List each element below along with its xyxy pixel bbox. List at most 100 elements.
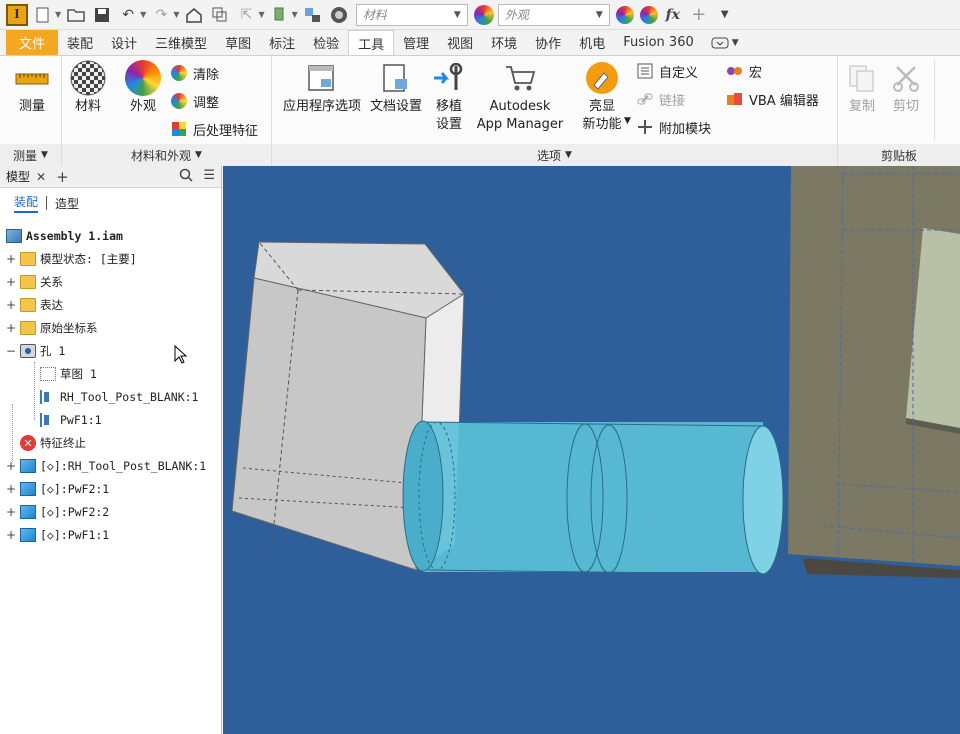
clear-appearance-icon[interactable]: [639, 5, 658, 24]
material-button[interactable]: 材料: [66, 60, 110, 116]
tree-item-pwf2-2[interactable]: + [◇]:PwF2:2: [6, 501, 109, 523]
copy-window-icon[interactable]: [209, 4, 231, 26]
tab-annotate[interactable]: 标注: [260, 30, 304, 55]
new-file-icon[interactable]: [32, 4, 54, 26]
tab-sketch[interactable]: 草图: [216, 30, 260, 55]
highlight-new-features-button[interactable]: 亮显 新功能: [576, 60, 628, 134]
tree-root[interactable]: Assembly 1.iam: [6, 225, 123, 247]
graphics-viewport[interactable]: [223, 166, 960, 734]
tab-environments[interactable]: 环境: [482, 30, 526, 55]
checker-ball-icon: [70, 60, 106, 96]
application-options-button[interactable]: 应用程序选项: [276, 60, 368, 116]
customize-qat-icon[interactable]: ▼: [714, 4, 736, 26]
search-icon[interactable]: [179, 168, 193, 186]
app-manager-button[interactable]: Autodesk App Manager: [472, 60, 568, 134]
pwf-block-right[interactable]: [788, 166, 960, 578]
macro-button[interactable]: 宏: [726, 60, 762, 82]
postprocess-features-button[interactable]: 后处理特征: [170, 118, 258, 140]
expand-icon[interactable]: +: [6, 252, 16, 266]
appearance-button[interactable]: 外观: [120, 60, 166, 116]
expand-icon[interactable]: +: [6, 275, 16, 289]
options-panel-footer[interactable]: 选项 ▼: [272, 144, 837, 166]
tree-item-representations[interactable]: + 表达: [6, 294, 63, 316]
new-dropdown-caret[interactable]: ▼: [55, 10, 61, 19]
adjust-appearance-icon[interactable]: [615, 5, 634, 24]
redo-dropdown-caret[interactable]: ▼: [173, 10, 179, 19]
save-icon[interactable]: [91, 4, 113, 26]
tree-item-sketch[interactable]: 草图 1: [40, 363, 97, 385]
adjust-appearance-button[interactable]: 调整: [170, 90, 219, 112]
open-folder-icon[interactable]: [65, 4, 87, 26]
mode-modeling[interactable]: 造型: [55, 195, 79, 212]
tab-3d-model[interactable]: 三维模型: [146, 30, 216, 55]
tree-item-pwf1-1[interactable]: + [◇]:PwF1:1: [6, 524, 109, 546]
tree-item-relationships[interactable]: + 关系: [6, 271, 63, 293]
tree-item-tool-post-ref[interactable]: RH_Tool_Post_BLANK:1: [40, 386, 198, 408]
chevron-down-icon: ▼: [453, 9, 461, 20]
expand-icon[interactable]: +: [6, 505, 16, 519]
migrate-settings-button[interactable]: 移植 设置: [428, 60, 470, 134]
customize-button[interactable]: 自定义: [636, 60, 698, 82]
tree-item-origin[interactable]: + 原始坐标系: [6, 317, 98, 339]
tree-item-label: 孔 1: [40, 344, 66, 358]
expand-icon[interactable]: +: [6, 321, 16, 335]
tab-inspect[interactable]: 检验: [304, 30, 348, 55]
addins-button[interactable]: 附加模块: [636, 116, 711, 138]
fx-parameters-icon[interactable]: fx: [662, 4, 684, 26]
undo-dropdown-caret[interactable]: ▼: [140, 10, 146, 19]
plus-icon[interactable]: +: [688, 4, 710, 26]
update-dropdown-caret[interactable]: ▼: [292, 10, 298, 19]
expand-icon[interactable]: +: [6, 298, 16, 312]
tab-collaborate[interactable]: 协作: [526, 30, 570, 55]
materials-panel-footer[interactable]: 材料和外观 ▼: [62, 144, 271, 166]
folder-icon: [20, 321, 36, 335]
measure-panel-footer[interactable]: 测量 ▼: [0, 144, 61, 166]
app-logo[interactable]: I: [6, 3, 28, 26]
document-settings-button[interactable]: 文档设置: [366, 60, 426, 116]
add-browser-tab-icon[interactable]: +: [56, 168, 69, 186]
tab-view[interactable]: 视图: [438, 30, 482, 55]
expand-icon[interactable]: +: [6, 482, 16, 496]
ribbon-display-toggle[interactable]: ▼: [711, 30, 739, 55]
material-ball-icon[interactable]: [328, 4, 350, 26]
highlight-dropdown-caret[interactable]: ▼: [624, 116, 631, 126]
copy-button[interactable]: 复制: [842, 60, 882, 116]
appearance-ball-icon[interactable]: [473, 4, 494, 25]
appearance-select[interactable]: 外观 ▼: [497, 3, 610, 26]
cylinder-part[interactable]: [402, 420, 784, 575]
tab-tools[interactable]: 工具: [348, 30, 395, 55]
tab-fusion-360[interactable]: Fusion 360: [614, 30, 703, 55]
undo-icon[interactable]: ↶: [117, 4, 139, 26]
tree-item-model-state[interactable]: + 模型状态: [主要]: [6, 248, 137, 270]
close-icon[interactable]: ✕: [36, 170, 46, 184]
clear-appearance-button[interactable]: 清除: [170, 62, 219, 84]
tree-item-hole[interactable]: − 孔 1: [6, 340, 65, 362]
mode-assembly[interactable]: 装配: [14, 193, 39, 213]
select-arrow-icon[interactable]: ⇱: [235, 4, 257, 26]
tab-design[interactable]: 设计: [102, 30, 146, 55]
tree-item-end-of-features[interactable]: ✕ 特征终止: [20, 432, 86, 454]
tab-electromechanical[interactable]: 机电: [570, 30, 614, 55]
update-icon[interactable]: [269, 4, 291, 26]
tree-item-pwf1-ref[interactable]: PwF1:1: [40, 409, 102, 431]
link-button[interactable]: 链接: [636, 88, 685, 110]
material-select[interactable]: 材料 ▼: [355, 3, 468, 26]
clipboard-panel-footer[interactable]: 剪贴板: [838, 144, 960, 166]
tab-manage[interactable]: 管理: [394, 30, 438, 55]
tab-assembly[interactable]: 装配: [58, 30, 102, 55]
tab-file[interactable]: 文件: [6, 30, 59, 55]
home-icon[interactable]: [183, 4, 205, 26]
expand-icon[interactable]: +: [6, 459, 16, 473]
ipro-icon[interactable]: [302, 4, 324, 26]
cut-button[interactable]: 剪切: [886, 60, 926, 116]
expand-icon[interactable]: +: [6, 528, 16, 542]
tree-item-pwf2-1[interactable]: + [◇]:PwF2:1: [6, 478, 109, 500]
measure-button[interactable]: 测量: [10, 60, 54, 116]
vba-editor-button[interactable]: VBA 编辑器: [726, 88, 819, 110]
tree-item-tool-post[interactable]: + [◇]:RH_Tool_Post_BLANK:1: [6, 455, 206, 477]
collapse-icon[interactable]: −: [6, 344, 16, 358]
browser-tab-model[interactable]: 模型: [6, 168, 30, 185]
menu-icon[interactable]: ☰: [203, 168, 215, 186]
redo-icon[interactable]: ↷: [150, 4, 172, 26]
select-dropdown-caret[interactable]: ▼: [258, 10, 264, 19]
